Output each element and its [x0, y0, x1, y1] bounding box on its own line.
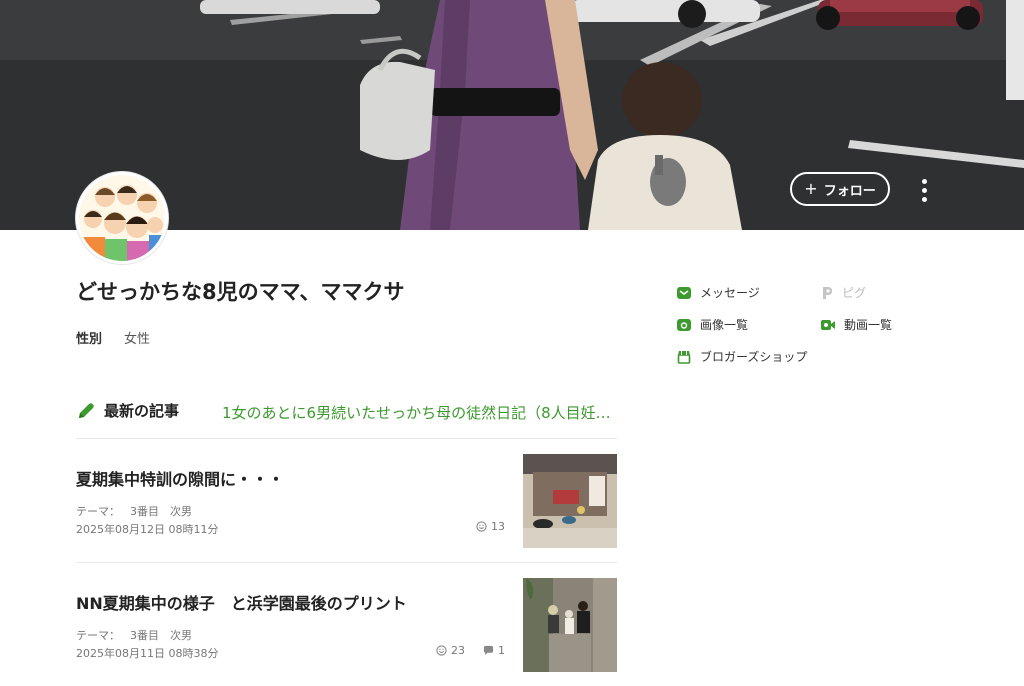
smile-icon — [436, 645, 447, 656]
article-theme: テーマ： 3番目 次男 — [76, 503, 192, 519]
bloggers-shop-link[interactable]: ブロガーズショップ — [676, 348, 807, 365]
pencil-icon — [79, 402, 94, 418]
article-title[interactable]: 夏期集中特訓の隙間に・・・ — [76, 466, 284, 490]
follow-label: フォロー — [823, 183, 876, 199]
article-theme: テーマ： 3番目 次男 — [76, 627, 192, 643]
comment-icon — [483, 645, 494, 656]
article-theme-value[interactable]: 3番目 次男 — [130, 505, 192, 518]
article-thumbnail[interactable] — [523, 578, 617, 672]
gender-row: 性別 女性 — [76, 328, 150, 347]
divider — [76, 562, 617, 563]
article-stats: 23 1 — [436, 644, 505, 657]
smile-icon — [476, 521, 487, 532]
follow-button[interactable]: + フォロー — [790, 172, 890, 206]
pigg-label: ピグ — [842, 286, 867, 300]
article-stats: 13 — [476, 520, 505, 533]
like-count: 13 — [491, 520, 505, 533]
article-item[interactable]: NN夏期集中の様子 と浜学園最後のプリント テーマ： 3番目 次男 2025年08… — [76, 578, 617, 674]
latest-articles-title: 最新の記事 — [104, 402, 180, 420]
image-list-label: 画像一覧 — [700, 318, 749, 332]
more-vertical-icon — [921, 178, 927, 184]
article-theme-label: テーマ： — [76, 505, 120, 518]
avatar-illustration — [79, 175, 165, 261]
latest-articles-heading: 最新の記事 — [76, 400, 179, 421]
pigg-icon — [823, 286, 832, 299]
message-link[interactable]: メッセージ — [676, 284, 760, 301]
plus-icon: + — [804, 179, 818, 198]
profile-avatar[interactable] — [76, 172, 168, 264]
comment-count: 1 — [498, 644, 505, 657]
article-thumbnail[interactable] — [523, 454, 617, 548]
article-date: 2025年08月12日 08時11分 — [76, 523, 219, 536]
image-list-link[interactable]: 画像一覧 — [676, 316, 748, 333]
blog-title: どせっかちな8児のママ、ママクサ — [76, 280, 405, 304]
mail-icon — [677, 286, 691, 299]
video-list-link[interactable]: 動画一覧 — [820, 316, 892, 333]
thumbnail-image — [523, 578, 617, 672]
video-list-label: 動画一覧 — [844, 318, 893, 332]
thumbnail-image — [523, 454, 617, 548]
video-icon — [821, 319, 835, 330]
article-item[interactable]: 夏期集中特訓の隙間に・・・ テーマ： 3番目 次男 2025年08月12日 08時… — [76, 454, 617, 550]
divider — [76, 438, 617, 439]
more-options-button[interactable] — [914, 176, 934, 204]
article-theme-value[interactable]: 3番目 次男 — [130, 629, 192, 642]
gender-value: 女性 — [124, 332, 151, 347]
blog-name-link[interactable]: 1女のあとに6男続いたせっかち母の徒然日記（8人目妊娠中） — [222, 402, 617, 423]
article-title[interactable]: NN夏期集中の様子 と浜学園最後のプリント — [76, 590, 407, 614]
bloggers-shop-label: ブロガーズショップ — [700, 350, 808, 364]
like-count: 23 — [451, 644, 465, 657]
pigg-link: ピグ — [820, 284, 866, 301]
article-date: 2025年08月11日 08時38分 — [76, 647, 219, 660]
camera-icon — [677, 318, 691, 331]
gender-label: 性別 — [76, 332, 103, 347]
shop-icon — [677, 350, 691, 364]
article-theme-label: テーマ： — [76, 629, 120, 642]
message-label: メッセージ — [700, 286, 760, 300]
